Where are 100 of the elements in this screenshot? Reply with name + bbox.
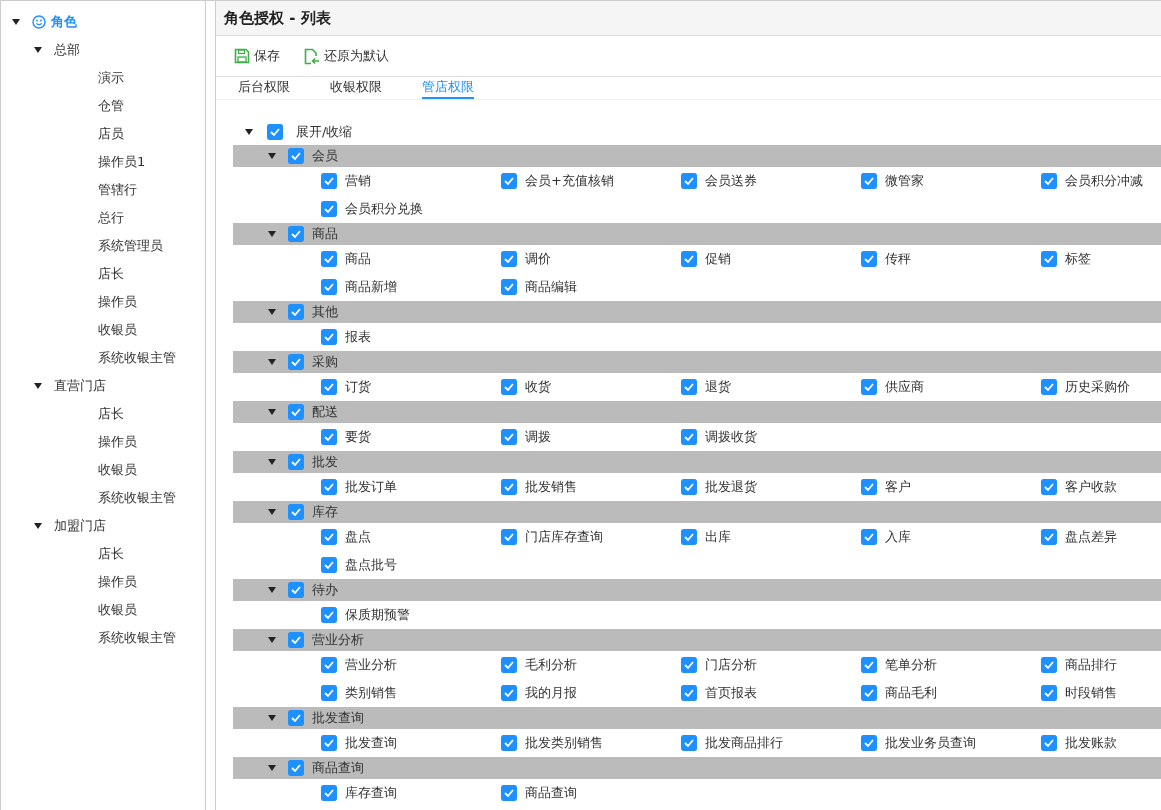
checkbox[interactable]	[681, 429, 697, 445]
tree-item[interactable]: 收银员	[98, 321, 137, 339]
caret-down-icon[interactable]	[34, 523, 42, 529]
tree-item[interactable]: 收银员	[98, 601, 137, 619]
checkbox[interactable]	[321, 529, 337, 545]
checkbox[interactable]	[1041, 479, 1057, 495]
caret-down-icon[interactable]	[268, 359, 276, 365]
checkbox[interactable]	[501, 279, 517, 295]
checkbox[interactable]	[861, 735, 877, 751]
checkbox[interactable]	[321, 173, 337, 189]
save-button[interactable]: 保存	[234, 47, 280, 65]
tree-item[interactable]: 操作员1	[98, 153, 146, 171]
checkbox[interactable]	[1041, 379, 1057, 395]
checkbox[interactable]	[288, 304, 304, 320]
checkbox[interactable]	[681, 173, 697, 189]
checkbox[interactable]	[681, 685, 697, 701]
checkbox[interactable]	[321, 201, 337, 217]
checkbox[interactable]	[321, 657, 337, 673]
checkbox[interactable]	[321, 379, 337, 395]
checkbox[interactable]	[1041, 685, 1057, 701]
checkbox[interactable]	[501, 429, 517, 445]
caret-down-icon[interactable]	[268, 153, 276, 159]
caret-down-icon[interactable]	[268, 637, 276, 643]
restore-button[interactable]: 还原为默认	[304, 47, 389, 65]
checkbox[interactable]	[1041, 529, 1057, 545]
checkbox[interactable]	[321, 557, 337, 573]
checkbox[interactable]	[501, 529, 517, 545]
checkbox[interactable]	[288, 226, 304, 242]
checkbox[interactable]	[288, 504, 304, 520]
checkbox[interactable]	[501, 735, 517, 751]
caret-down-icon[interactable]	[12, 19, 20, 25]
checkbox[interactable]	[501, 657, 517, 673]
tree-item[interactable]: 直营门店	[54, 377, 106, 395]
caret-down-icon[interactable]	[268, 509, 276, 515]
checkbox[interactable]	[681, 379, 697, 395]
checkbox[interactable]	[501, 379, 517, 395]
checkbox[interactable]	[1041, 657, 1057, 673]
caret-down-icon[interactable]	[268, 409, 276, 415]
tree-item[interactable]: 仓管	[98, 97, 124, 115]
checkbox[interactable]	[288, 148, 304, 164]
tab[interactable]: 收银权限	[330, 77, 382, 99]
tree-item[interactable]: 系统收银主管	[98, 349, 176, 367]
checkbox[interactable]	[321, 607, 337, 623]
checkbox[interactable]	[321, 251, 337, 267]
checkbox[interactable]	[267, 124, 283, 140]
checkbox[interactable]	[288, 404, 304, 420]
checkbox[interactable]	[1041, 173, 1057, 189]
checkbox[interactable]	[681, 735, 697, 751]
tree-item[interactable]: 加盟门店	[54, 517, 106, 535]
checkbox[interactable]	[681, 251, 697, 267]
checkbox[interactable]	[288, 454, 304, 470]
checkbox[interactable]	[861, 529, 877, 545]
checkbox[interactable]	[321, 685, 337, 701]
checkbox[interactable]	[1041, 251, 1057, 267]
caret-down-icon[interactable]	[34, 47, 42, 53]
checkbox[interactable]	[681, 657, 697, 673]
tree-item[interactable]: 店长	[98, 545, 124, 563]
tree-item[interactable]: 总行	[98, 209, 124, 227]
tree-item[interactable]: 管辖行	[98, 181, 137, 199]
checkbox[interactable]	[861, 251, 877, 267]
checkbox[interactable]	[321, 429, 337, 445]
checkbox[interactable]	[1041, 735, 1057, 751]
checkbox[interactable]	[861, 173, 877, 189]
tree-item[interactable]: 总部	[54, 41, 80, 59]
checkbox[interactable]	[321, 479, 337, 495]
checkbox[interactable]	[501, 479, 517, 495]
caret-down-icon[interactable]	[245, 129, 253, 135]
checkbox[interactable]	[288, 632, 304, 648]
caret-down-icon[interactable]	[268, 309, 276, 315]
tree-item[interactable]: 店员	[98, 125, 124, 143]
checkbox[interactable]	[288, 710, 304, 726]
tree-item[interactable]: 系统收银主管	[98, 489, 176, 507]
checkbox[interactable]	[681, 479, 697, 495]
tree-item[interactable]: 店长	[98, 405, 124, 423]
tree-item[interactable]: 操作员	[98, 433, 137, 451]
checkbox[interactable]	[321, 735, 337, 751]
checkbox[interactable]	[501, 685, 517, 701]
tree-item[interactable]: 演示	[98, 69, 124, 87]
caret-down-icon[interactable]	[268, 715, 276, 721]
tree-item[interactable]: 店长	[98, 265, 124, 283]
checkbox[interactable]	[681, 529, 697, 545]
checkbox[interactable]	[861, 685, 877, 701]
tree-item[interactable]: 收银员	[98, 461, 137, 479]
checkbox[interactable]	[501, 785, 517, 801]
caret-down-icon[interactable]	[268, 459, 276, 465]
checkbox[interactable]	[861, 479, 877, 495]
tree-item[interactable]: 系统管理员	[98, 237, 163, 255]
checkbox[interactable]	[321, 279, 337, 295]
checkbox[interactable]	[288, 354, 304, 370]
caret-down-icon[interactable]	[268, 231, 276, 237]
tab[interactable]: 后台权限	[238, 77, 290, 99]
checkbox[interactable]	[861, 379, 877, 395]
tree-item[interactable]: 操作员	[98, 293, 137, 311]
tree-item[interactable]: 系统收银主管	[98, 629, 176, 647]
tree-item[interactable]: 操作员	[98, 573, 137, 591]
checkbox[interactable]	[861, 657, 877, 673]
checkbox[interactable]	[288, 582, 304, 598]
caret-down-icon[interactable]	[268, 587, 276, 593]
checkbox[interactable]	[321, 785, 337, 801]
checkbox[interactable]	[501, 251, 517, 267]
